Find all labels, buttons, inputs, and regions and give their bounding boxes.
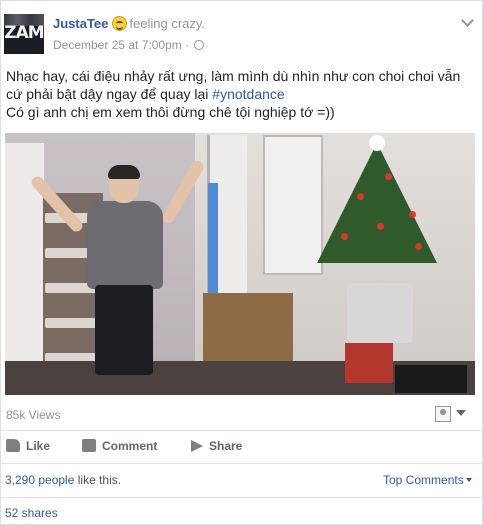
author-avatar[interactable]: ZAM [4,14,44,54]
avatar-logo-text: ZAM [4,23,44,43]
ornament [341,233,348,240]
person-body [87,201,163,289]
divider [1,463,483,464]
likes-summary: 3,290 people like this. [5,473,121,487]
author-name[interactable]: JustaTee [53,16,108,31]
hashtag-link[interactable]: #ynotdance [212,86,284,102]
post-header-line: JustaTee feeling crazy. [53,16,205,31]
person-legs [95,285,153,375]
like-button[interactable]: Like [6,439,50,453]
feeling-text: feeling crazy. [129,16,206,31]
comment-button[interactable]: Comment [82,439,157,453]
meta-separator: · [185,38,190,52]
ornament [357,193,364,200]
share-arrow-icon [191,440,203,452]
like-label: Like [26,439,51,453]
gift-bag [345,343,393,383]
caret-down-icon [465,478,472,482]
divider [1,497,483,498]
shares-count-link[interactable]: 52 shares [5,506,58,520]
share-label: Share [209,439,243,453]
post-actions: Like Comment Share [1,433,483,461]
globe-icon[interactable] [194,40,205,50]
comment-label: Comment [102,439,158,453]
tree-pot [347,283,413,343]
ornament [377,223,384,230]
divider [1,430,483,431]
post-text-paragraph-2: Có gì anh chị em xem thôi đừng chê tội n… [6,104,335,120]
post-meta: December 25 at 7:00pm · [53,38,205,52]
shelf-row [45,318,101,328]
gift-box [395,365,467,393]
ornament [385,173,392,180]
person-hair [108,165,140,179]
post-message: Nhạc hay, cái điệu nhảy rất ưng, làm mìn… [6,67,476,121]
share-button[interactable]: Share [191,439,242,453]
save-icon[interactable] [435,406,451,422]
likes-count-link[interactable]: 3,290 people [5,473,74,487]
post-timestamp[interactable]: December 25 at 7:00pm [53,38,182,52]
chevron-down-icon[interactable] [461,14,474,27]
top-comments-label: Top Comments [383,473,464,487]
video-player[interactable] [5,133,475,395]
save-dropdown-chevron-icon[interactable] [456,410,466,416]
post-card: ZAM JustaTee feeling crazy. December 25 a… [0,0,483,525]
post-text-paragraph-1: Nhạc hay, cái điệu nhảy rất ưng, làm mìn… [6,67,476,103]
thumbs-up-icon [6,439,20,452]
video-frame-cabinet [203,293,293,363]
ornament [409,211,416,218]
crazy-face-emoji-icon [112,16,128,31]
top-comments-dropdown[interactable]: Top Comments [383,473,472,487]
ornament [415,243,422,250]
video-frame-mirror [263,135,323,275]
video-view-count: 85k Views [6,408,61,422]
comment-bubble-icon [82,439,96,452]
tree-topper [369,135,385,151]
likes-suffix: like this. [74,473,122,487]
